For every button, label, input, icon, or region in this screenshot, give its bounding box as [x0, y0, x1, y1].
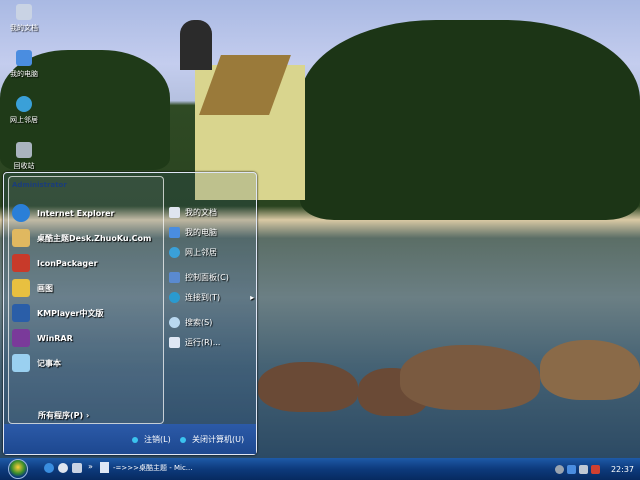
desktop-icon-recycle-bin[interactable]: 回收站	[4, 142, 44, 171]
taskbar-window-button[interactable]: -=>>>桌酷主题 - Mic...	[100, 462, 192, 473]
documents-icon	[16, 4, 32, 20]
clock[interactable]: 22:37	[611, 465, 634, 474]
window-icon	[100, 462, 109, 473]
computer-icon	[169, 227, 180, 238]
start-item-run[interactable]: 运行(R)...	[169, 337, 220, 348]
notepad-icon	[12, 354, 30, 372]
shutdown-button[interactable]: 关闭计算机(U)	[180, 434, 244, 445]
wallpaper-lighthouse	[180, 20, 212, 70]
user-name: Administrator	[12, 181, 67, 189]
input-method-icon[interactable]	[578, 464, 588, 474]
start-item-connect-to[interactable]: 连接到(T) ▸	[169, 292, 254, 303]
system-tray: 22:37	[554, 460, 640, 478]
iconpackager-icon	[12, 254, 30, 272]
start-item-my-documents[interactable]: 我的文档	[169, 207, 217, 218]
control-panel-icon	[169, 272, 180, 283]
start-item-my-computer[interactable]: 我的电脑	[169, 227, 217, 238]
start-button[interactable]	[8, 459, 28, 479]
wallpaper-trees	[300, 20, 640, 220]
desktop-icon-network[interactable]: 网上邻居	[4, 96, 44, 125]
wallpaper-rock	[540, 340, 640, 400]
arrow-right-icon: ▸	[250, 293, 255, 302]
wallpaper-rock	[400, 345, 540, 410]
wallpaper-rock	[258, 362, 358, 412]
all-programs-button[interactable]: 所有程序(P) ›	[38, 410, 89, 421]
logoff-icon	[132, 436, 138, 443]
winrar-icon	[12, 329, 30, 347]
start-item-iconpackager[interactable]: IconPackager	[12, 253, 98, 273]
start-item-search[interactable]: 搜索(S)	[169, 317, 212, 328]
start-menu-footer: 注销(L) 关闭计算机(U)	[4, 424, 256, 454]
arrow-right-icon: ›	[85, 411, 90, 420]
desktop-icon-my-computer[interactable]: 我的电脑	[4, 50, 44, 79]
documents-icon	[169, 207, 180, 218]
logoff-button[interactable]: 注销(L)	[132, 434, 171, 445]
start-item-internet-explorer[interactable]: Internet Explorer	[12, 203, 115, 223]
connect-icon	[169, 292, 180, 303]
theme-icon	[12, 229, 30, 247]
computer-icon	[16, 50, 32, 66]
quicklaunch-more-button[interactable]: »	[88, 462, 93, 471]
paint-icon	[12, 279, 30, 297]
search-icon	[169, 317, 180, 328]
start-item-zhuoku-theme[interactable]: 桌酷主题Desk.ZhuoKu.Com	[12, 228, 151, 248]
start-item-control-panel[interactable]: 控制面板(C)	[169, 272, 229, 283]
volume-icon[interactable]	[554, 464, 564, 474]
start-item-winrar[interactable]: WinRAR	[12, 328, 73, 348]
ie-quicklaunch-icon[interactable]	[44, 463, 54, 473]
start-item-kmplayer[interactable]: KMPlayer中文版	[12, 303, 104, 323]
start-item-paint[interactable]: 画图	[12, 278, 53, 298]
shutdown-icon	[180, 436, 186, 443]
desktop-quicklaunch-icon[interactable]	[72, 463, 82, 473]
taskbar: » -=>>>桌酷主题 - Mic... 22:37	[0, 458, 640, 480]
network-icon	[169, 247, 180, 258]
app-tray-icon[interactable]	[590, 464, 600, 474]
start-item-network[interactable]: 网上邻居	[169, 247, 217, 258]
browser-quicklaunch-icon[interactable]	[58, 463, 68, 473]
start-item-notepad[interactable]: 记事本	[12, 353, 61, 373]
network-icon	[16, 96, 32, 112]
ie-icon	[12, 204, 30, 222]
start-menu: Administrator Internet Explorer 桌酷主题Desk…	[3, 172, 257, 455]
run-icon	[169, 337, 180, 348]
network-tray-icon[interactable]	[566, 464, 576, 474]
desktop-icon-my-documents[interactable]: 我的文档	[4, 4, 44, 33]
recycle-bin-icon	[16, 142, 32, 158]
kmplayer-icon	[12, 304, 30, 322]
